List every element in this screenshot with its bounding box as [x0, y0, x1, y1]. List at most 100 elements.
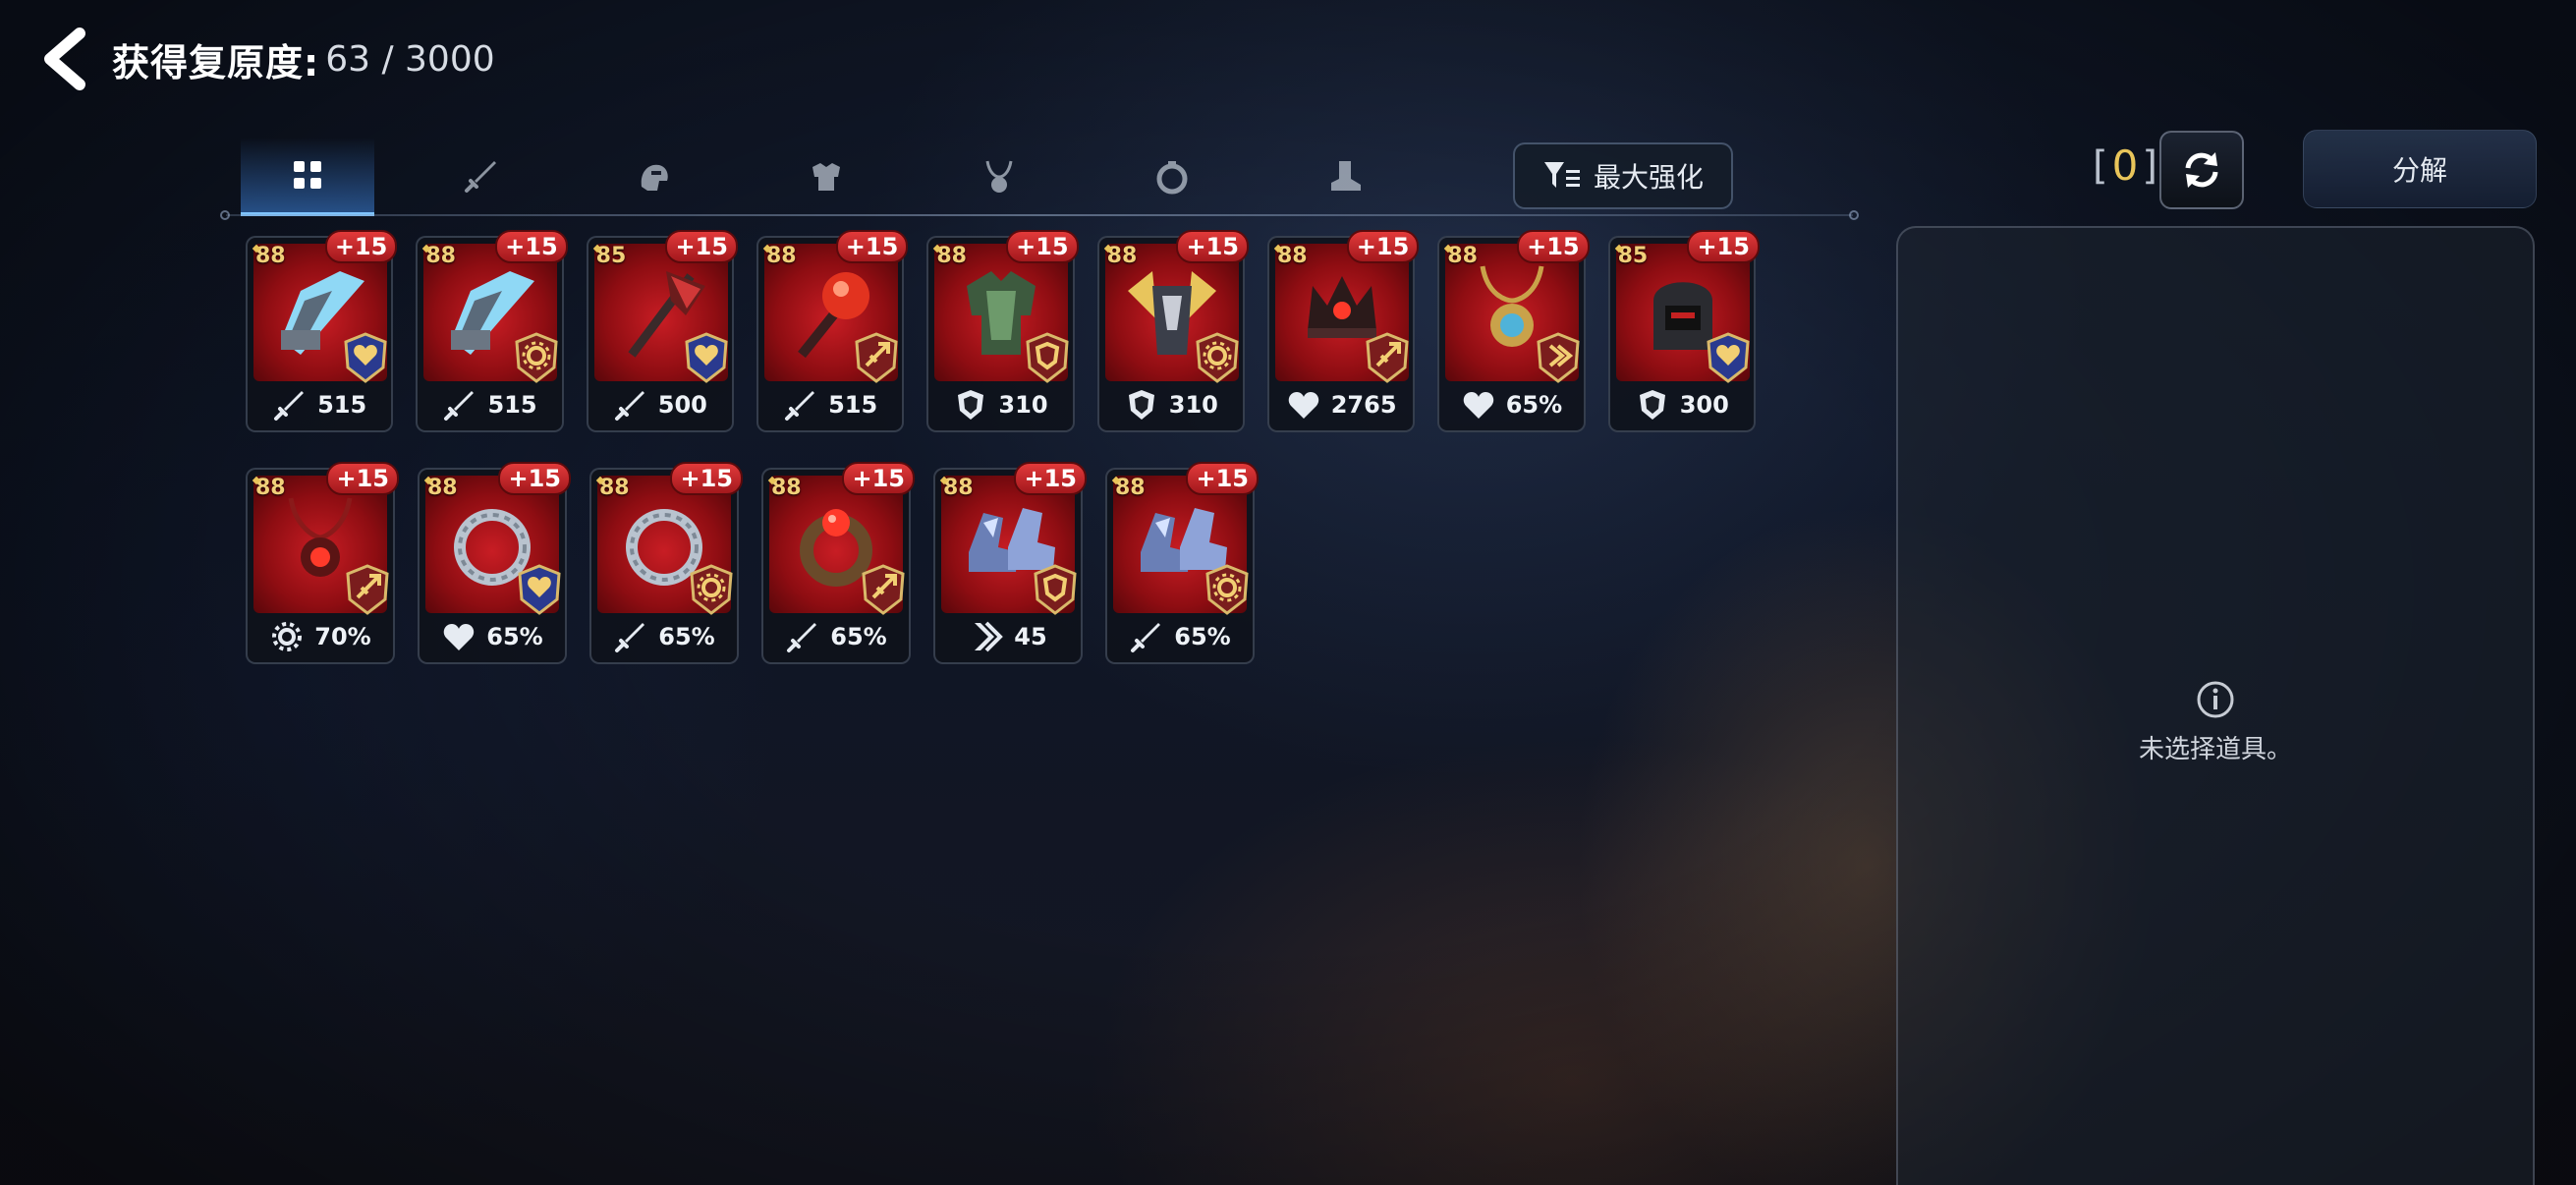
sword-icon	[465, 161, 496, 193]
item-card[interactable]: 88 +15 515	[246, 230, 398, 432]
tab-ring[interactable]	[1105, 138, 1239, 216]
refresh-icon	[2185, 152, 2218, 188]
refresh-button[interactable]	[2159, 131, 2244, 209]
tab-helmet[interactable]	[587, 138, 720, 216]
item-level: 88	[1276, 244, 1308, 268]
enhance-badge: +15	[324, 230, 398, 263]
stat-defense-icon	[958, 390, 984, 420]
item-level: 85	[1617, 244, 1649, 268]
tab-weapon[interactable]	[414, 138, 547, 216]
item-card[interactable]: 88 +15 2765	[1266, 230, 1420, 432]
enhance-badge: +15	[842, 462, 915, 495]
set-shield-icon	[1026, 332, 1069, 383]
tab-all[interactable]	[241, 138, 374, 216]
item-stat: 65%	[763, 617, 909, 656]
helmet-icon	[641, 164, 668, 191]
item-card[interactable]: 88 +15 310	[1096, 230, 1249, 432]
item-stat: 2765	[1269, 385, 1413, 424]
item-stat-value: 65%	[1174, 623, 1231, 650]
item-level: 88	[255, 244, 286, 268]
stat-attack-icon	[785, 391, 815, 421]
enhance-badge: +15	[495, 230, 568, 263]
set-gear-icon	[515, 332, 558, 383]
item-stat-value: 45	[1014, 623, 1047, 650]
item-stat: 300	[1610, 385, 1754, 424]
item-stat-value: 65%	[658, 623, 715, 650]
item-level: 88	[765, 244, 797, 268]
item-level: 85	[595, 244, 627, 268]
decompose-button[interactable]: 分解	[2303, 130, 2537, 208]
item-card[interactable]: 88 +15 65%	[418, 462, 571, 664]
item-stat: 70%	[248, 617, 393, 656]
item-stat: 500	[588, 385, 732, 424]
stat-attack-icon	[614, 391, 644, 421]
tab-boots[interactable]	[1278, 138, 1412, 216]
set-spear-icon	[862, 564, 905, 615]
item-card[interactable]: 88 +15 515	[416, 230, 568, 432]
header: 获得复原度: 63 / 3000	[35, 20, 495, 98]
set-badge	[513, 332, 560, 383]
item-stat-value: 500	[657, 391, 707, 419]
item-level: 88	[943, 476, 974, 500]
set-badge	[683, 332, 730, 383]
stat-defense-icon	[1128, 390, 1154, 420]
item-stat-value: 65%	[486, 623, 543, 650]
item-card[interactable]: 88 +15 65%	[589, 462, 743, 664]
tab-armor[interactable]	[759, 138, 893, 216]
enhance-badge: +15	[1517, 230, 1590, 263]
set-heart-icon	[1707, 332, 1750, 383]
item-level: 88	[599, 476, 630, 500]
item-card[interactable]: 88 +15 310	[926, 230, 1079, 432]
item-level: 88	[771, 476, 802, 500]
info-icon	[2197, 681, 2234, 718]
grid-icon	[294, 161, 321, 189]
item-stat-value: 65%	[1505, 391, 1563, 419]
max-enhance-filter-button[interactable]: 最大强化	[1513, 142, 1733, 209]
item-stat: 310	[1099, 385, 1243, 424]
enhance-badge: +15	[1176, 230, 1249, 263]
stat-attack-icon	[615, 623, 645, 652]
item-stat-value: 300	[1679, 391, 1729, 419]
enhance-badge: +15	[1687, 230, 1760, 263]
set-gear-icon	[1205, 564, 1249, 615]
item-card[interactable]: 88 +15 515	[756, 230, 909, 432]
set-badge	[860, 564, 907, 615]
enhance-badge: +15	[1006, 230, 1079, 263]
item-card[interactable]: 88 +15 65%	[1105, 462, 1259, 664]
enhance-badge: +15	[835, 230, 909, 263]
item-stat-value: 515	[487, 391, 537, 419]
item-stat-value: 65%	[830, 623, 887, 650]
set-badge	[342, 332, 389, 383]
item-stat: 515	[418, 385, 561, 424]
enhance-badge: +15	[1014, 462, 1087, 495]
stat-defense-icon	[1639, 390, 1665, 420]
item-card[interactable]: 88 +15 65%	[761, 462, 915, 664]
item-card[interactable]: 88 +15 70%	[246, 462, 399, 664]
set-speed-icon	[1537, 332, 1580, 383]
set-badge	[853, 332, 900, 383]
back-button[interactable]	[35, 25, 94, 93]
item-stat: 65%	[1107, 617, 1253, 656]
set-badge	[1535, 332, 1582, 383]
item-level: 88	[427, 476, 458, 500]
set-shield-icon	[1034, 564, 1077, 615]
item-detail-panel: 未选择道具。	[1896, 226, 2535, 1185]
empty-state: 未选择道具。	[1898, 680, 2533, 765]
enhance-badge: +15	[498, 462, 571, 495]
set-badge	[516, 564, 563, 615]
stat-health-icon	[1463, 392, 1493, 419]
ring-icon	[1156, 161, 1188, 195]
set-badge	[1194, 332, 1241, 383]
set-spear-icon	[1366, 332, 1409, 383]
set-gear-icon	[1196, 332, 1239, 383]
item-card[interactable]: 88 +15 45	[933, 462, 1087, 664]
item-card[interactable]: 85 +15 500	[586, 230, 738, 432]
item-stat: 65%	[591, 617, 737, 656]
set-spear-icon	[346, 564, 389, 615]
item-card[interactable]: 88 +15 65%	[1437, 230, 1590, 432]
item-card[interactable]: 85 +15 300	[1607, 230, 1760, 432]
set-badge	[1705, 332, 1752, 383]
tab-necklace[interactable]	[932, 138, 1066, 216]
armor-icon	[812, 163, 840, 191]
item-stat: 45	[935, 617, 1081, 656]
